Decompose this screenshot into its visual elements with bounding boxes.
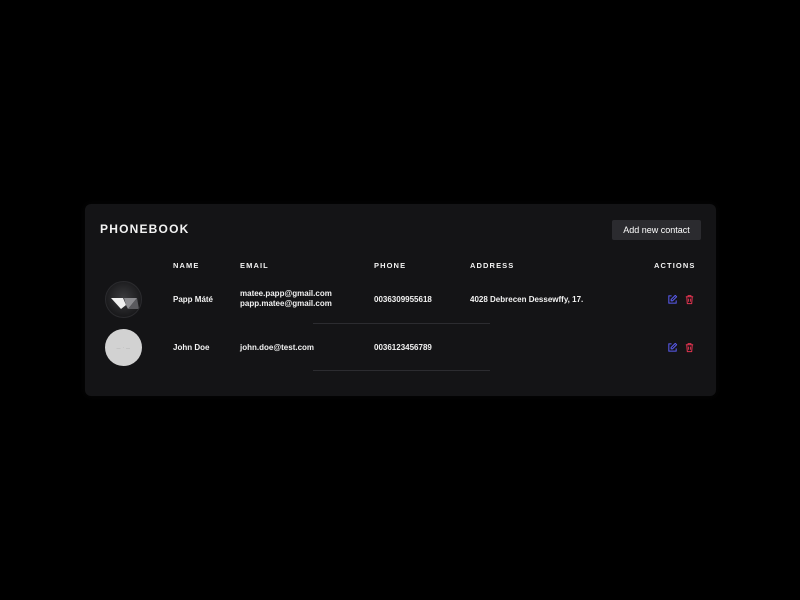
add-contact-button[interactable]: Add new contact bbox=[612, 220, 701, 240]
contact-phone: 0036309955618 bbox=[374, 295, 432, 304]
email-link[interactable]: matee.papp@gmail.com bbox=[240, 289, 332, 299]
column-header-email: EMAIL bbox=[240, 261, 269, 270]
column-header-name: NAME bbox=[173, 261, 200, 270]
avatar: — · — bbox=[105, 329, 142, 366]
phonebook-card: PHONEBOOK Add new contact NAME EMAIL PHO… bbox=[85, 204, 716, 396]
contact-email: john.doe@test.com bbox=[240, 343, 314, 353]
contact-address: 4028 Debrecen Dessewffy, 17. bbox=[470, 295, 584, 304]
edit-icon[interactable] bbox=[667, 294, 678, 305]
column-header-phone: PHONE bbox=[374, 261, 407, 270]
delete-icon[interactable] bbox=[684, 294, 695, 305]
column-header-address: ADDRESS bbox=[470, 261, 515, 270]
column-header-actions: ACTIONS bbox=[654, 261, 696, 270]
table-row: — · — John Doe john.doe@test.com 0036123… bbox=[85, 324, 716, 371]
avatar bbox=[105, 281, 142, 318]
edit-icon[interactable] bbox=[667, 342, 678, 353]
contact-phone: 0036123456789 bbox=[374, 343, 432, 352]
email-link[interactable]: papp.matee@gmail.com bbox=[240, 299, 332, 309]
avatar-placeholder-icon: — · — bbox=[116, 345, 131, 350]
table-row: Papp Máté matee.papp@gmail.com papp.mate… bbox=[85, 276, 716, 323]
email-link[interactable]: john.doe@test.com bbox=[240, 343, 314, 353]
contact-name: John Doe bbox=[173, 343, 210, 352]
company-logo-icon bbox=[111, 298, 139, 309]
row-divider bbox=[313, 370, 490, 371]
page-title: PHONEBOOK bbox=[100, 222, 190, 236]
contact-name: Papp Máté bbox=[173, 295, 214, 304]
contact-email: matee.papp@gmail.com papp.matee@gmail.co… bbox=[240, 289, 332, 309]
delete-icon[interactable] bbox=[684, 342, 695, 353]
